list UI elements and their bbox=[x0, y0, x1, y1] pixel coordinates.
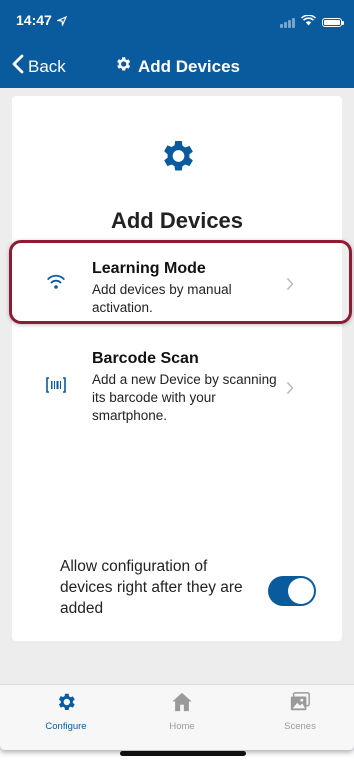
barcode-scan-option[interactable]: Barcode Scan Add a new Device by scannin… bbox=[12, 349, 342, 429]
tab-scenes[interactable]: Scenes bbox=[260, 691, 340, 732]
tab-home[interactable]: Home bbox=[142, 691, 222, 732]
chevron-right-icon bbox=[286, 381, 294, 400]
signal-icon bbox=[280, 17, 295, 28]
toggle-label: Allow configuration of devices right aft… bbox=[60, 558, 243, 617]
location-arrow-icon bbox=[55, 13, 68, 31]
status-time: 14:47 bbox=[16, 12, 52, 28]
chevron-right-icon bbox=[286, 277, 294, 296]
configure-after-add-toggle[interactable] bbox=[268, 576, 316, 606]
gear-icon bbox=[12, 136, 342, 176]
page-title: Add Devices bbox=[0, 55, 354, 78]
tab-label: Home bbox=[169, 721, 195, 732]
gear-icon bbox=[55, 691, 77, 718]
status-bar: 14:47 bbox=[0, 0, 354, 36]
learning-mode-option[interactable]: Learning Mode Add devices by manual acti… bbox=[12, 259, 342, 329]
tab-bar: Configure Home Scenes bbox=[0, 684, 354, 750]
barcode-icon bbox=[46, 377, 66, 398]
content-area: Add Devices Learning Mode Add devices by… bbox=[0, 88, 354, 684]
navigation-bar: Back Add Devices bbox=[0, 44, 354, 88]
option-title: Barcode Scan bbox=[92, 350, 199, 367]
option-description: Add devices by manual activation. bbox=[92, 282, 232, 315]
option-description: Add a new Device by scanning its barcode… bbox=[92, 372, 277, 423]
add-devices-card: Add Devices Learning Mode Add devices by… bbox=[12, 96, 342, 641]
status-icons bbox=[280, 13, 344, 31]
battery-icon bbox=[322, 17, 344, 27]
home-indicator[interactable] bbox=[120, 751, 246, 756]
configure-after-add-setting: Allow configuration of devices right aft… bbox=[12, 556, 342, 628]
tab-label: Configure bbox=[45, 721, 87, 732]
tab-configure[interactable]: Configure bbox=[26, 691, 106, 732]
scenes-icon bbox=[289, 691, 311, 718]
wifi-status-icon bbox=[301, 13, 316, 31]
card-title: Add Devices bbox=[110, 208, 244, 233]
phone-screen: 14:47 Back Add Devices Add Devices Learn… bbox=[0, 0, 354, 750]
tab-label: Scenes bbox=[284, 721, 316, 732]
toggle-knob bbox=[288, 578, 314, 604]
gear-icon bbox=[114, 55, 132, 78]
barcode-scan-text: Barcode Scan Add a new Device by scannin… bbox=[92, 349, 282, 425]
home-icon bbox=[171, 691, 193, 718]
learning-mode-text: Learning Mode Add devices by manual acti… bbox=[92, 259, 282, 317]
page-title-text: Add Devices bbox=[137, 56, 241, 76]
option-title: Learning Mode bbox=[92, 260, 206, 277]
wifi-icon bbox=[46, 273, 66, 294]
